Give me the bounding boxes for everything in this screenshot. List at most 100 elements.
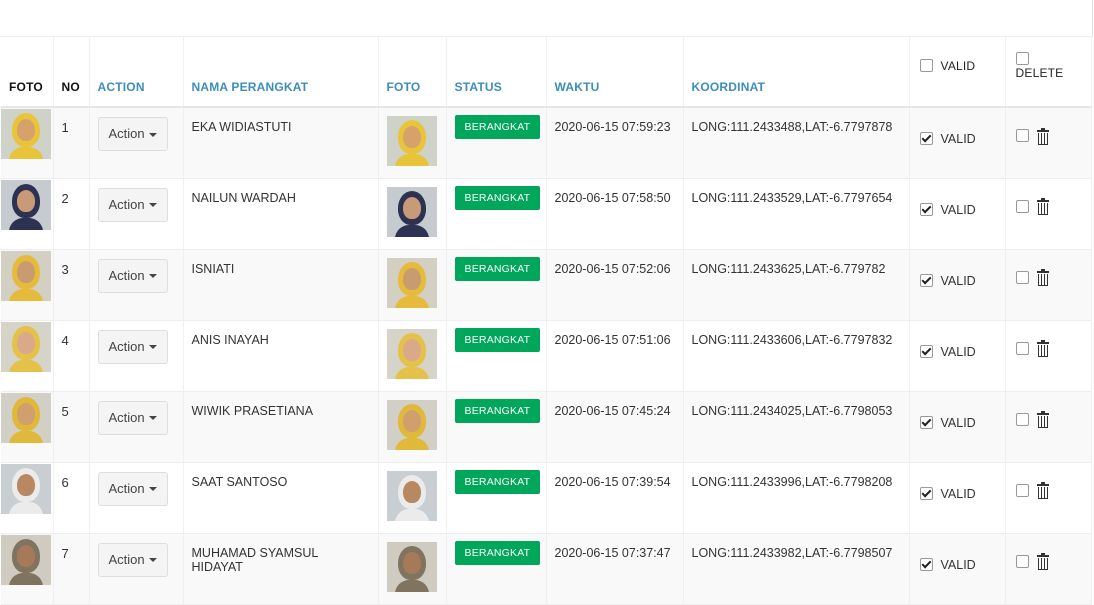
foto2-cell	[378, 107, 447, 179]
trash-icon[interactable]	[1036, 553, 1049, 571]
valid-checkbox[interactable]	[919, 557, 933, 571]
status-badge: BERANGKAT	[454, 540, 541, 565]
select-all-delete-checkbox[interactable]	[1015, 51, 1029, 65]
action-button-label: Action	[108, 126, 145, 141]
table-row: 6 Action SAAT SANTOSO BERANGKAT 2020-06-…	[1, 462, 1092, 534]
table-row: 1 Action EKA WIDIASTUTI BERANGKAT 2020-0…	[1, 107, 1092, 179]
valid-label: VALID	[940, 273, 976, 288]
waktu-cell: 2020-06-15 07:39:54	[546, 462, 684, 534]
valid-checkbox[interactable]	[919, 273, 933, 287]
waktu-cell: 2020-06-15 07:52:06	[546, 249, 684, 321]
foto2-cell	[378, 249, 447, 321]
foto2-cell	[378, 391, 447, 463]
status-badge: BERANGKAT	[454, 115, 541, 139]
foto2-cell	[378, 533, 447, 605]
caret-down-icon	[148, 416, 157, 421]
select-all-valid-checkbox[interactable]	[919, 58, 933, 72]
header-valid: VALID	[909, 37, 1006, 108]
waktu-cell: 2020-06-15 07:45:24	[546, 391, 684, 463]
action-dropdown-button[interactable]: Action	[97, 400, 168, 435]
header-waktu[interactable]: WAKTU	[546, 37, 684, 108]
action-dropdown-button[interactable]: Action	[97, 329, 168, 364]
header-valid-label: VALID	[940, 58, 976, 73]
foto-cell	[1, 462, 54, 534]
top-panel	[0, 0, 1093, 37]
header-foto-2[interactable]: FOTO	[378, 37, 447, 108]
selfie-photo	[1, 250, 51, 301]
delete-checkbox[interactable]	[1015, 412, 1029, 426]
delete-checkbox[interactable]	[1015, 199, 1029, 213]
valid-checkbox[interactable]	[919, 344, 933, 358]
selfie-photo	[1, 109, 51, 159]
trash-icon[interactable]	[1036, 269, 1049, 287]
valid-checkbox[interactable]	[919, 202, 933, 216]
selfie-photo	[1, 534, 51, 585]
valid-checkbox[interactable]	[919, 132, 933, 145]
no-cell: 6	[53, 462, 90, 534]
trash-icon[interactable]	[1036, 198, 1049, 216]
action-dropdown-button[interactable]: Action	[97, 187, 168, 222]
action-dropdown-button[interactable]: Action	[97, 117, 168, 151]
delete-checkbox[interactable]	[1015, 270, 1029, 284]
status-cell: BERANGKAT	[446, 107, 547, 179]
no-cell: 2	[53, 178, 90, 250]
valid-cell: VALID	[909, 391, 1006, 463]
table-row: 2 Action NAILUN WARDAH BERANGKAT 2020-06…	[1, 178, 1092, 250]
action-button-label: Action	[108, 480, 145, 496]
action-cell: Action	[89, 391, 184, 463]
delete-checkbox[interactable]	[1015, 483, 1029, 497]
delete-cell	[1005, 391, 1092, 463]
header-action[interactable]: ACTION	[89, 37, 184, 108]
nama-perangkat-cell: NAILUN WARDAH	[183, 178, 379, 250]
action-dropdown-button[interactable]: Action	[97, 471, 168, 506]
foto2-cell	[378, 462, 447, 534]
foto2-cell	[378, 178, 447, 250]
action-dropdown-button[interactable]: Action	[97, 542, 168, 577]
nama-perangkat-cell: WIWIK PRASETIANA	[183, 391, 379, 463]
valid-cell: VALID	[909, 178, 1006, 250]
delete-checkbox[interactable]	[1015, 129, 1029, 142]
valid-checkbox[interactable]	[919, 415, 933, 429]
status-badge: BERANGKAT	[454, 398, 541, 423]
valid-cell: VALID	[909, 320, 1006, 392]
status-badge: BERANGKAT	[454, 185, 541, 210]
selfie-photo	[1, 392, 51, 443]
selfie-photo	[1, 321, 51, 372]
waktu-cell: 2020-06-15 07:59:23	[546, 107, 684, 179]
status-badge: BERANGKAT	[454, 256, 541, 281]
header-delete: DELETE	[1005, 37, 1092, 108]
table-row: 3 Action ISNIATI BERANGKAT 2020-06-15 07…	[1, 249, 1092, 321]
trash-icon[interactable]	[1036, 482, 1049, 500]
delete-checkbox[interactable]	[1015, 341, 1029, 355]
valid-label: VALID	[940, 415, 976, 430]
action-button-label: Action	[108, 338, 145, 354]
table-row: 4 Action ANIS INAYAH BERANGKAT 2020-06-1…	[1, 320, 1092, 392]
header-nama-perangkat[interactable]: NAMA PERANGKAT	[183, 37, 379, 108]
attendance-photo	[386, 470, 437, 521]
foto2-cell	[378, 320, 447, 392]
header-delete-label: DELETE	[1015, 65, 1064, 80]
caret-down-icon	[148, 274, 157, 279]
koordinat-cell: LONG:111.2433982,LAT:-6.7798507	[683, 533, 910, 605]
trash-icon[interactable]	[1036, 340, 1049, 358]
header-no: NO	[53, 37, 90, 108]
header-status[interactable]: STATUS	[446, 37, 547, 108]
nama-perangkat-cell: ANIS INAYAH	[183, 320, 379, 392]
koordinat-cell: LONG:111.2433996,LAT:-6.7798208	[683, 462, 910, 534]
trash-icon[interactable]	[1036, 411, 1049, 429]
table-header-row: FOTO NO ACTION NAMA PERANGKAT FOTO STATU…	[1, 37, 1092, 108]
selfie-photo	[1, 179, 51, 230]
header-koordinat[interactable]: KOORDINAT	[683, 37, 910, 108]
status-cell: BERANGKAT	[446, 320, 547, 392]
caret-down-icon	[148, 203, 157, 208]
foto-cell	[1, 249, 54, 321]
action-cell: Action	[89, 249, 184, 321]
caret-down-icon	[148, 345, 157, 350]
valid-checkbox[interactable]	[919, 486, 933, 500]
koordinat-cell: LONG:111.2433488,LAT:-6.7797878	[683, 107, 910, 179]
delete-checkbox[interactable]	[1015, 554, 1029, 568]
koordinat-cell: LONG:111.2433529,LAT:-6.7797654	[683, 178, 910, 250]
caret-down-icon	[148, 487, 157, 492]
trash-icon[interactable]	[1036, 127, 1049, 145]
action-dropdown-button[interactable]: Action	[97, 258, 168, 293]
